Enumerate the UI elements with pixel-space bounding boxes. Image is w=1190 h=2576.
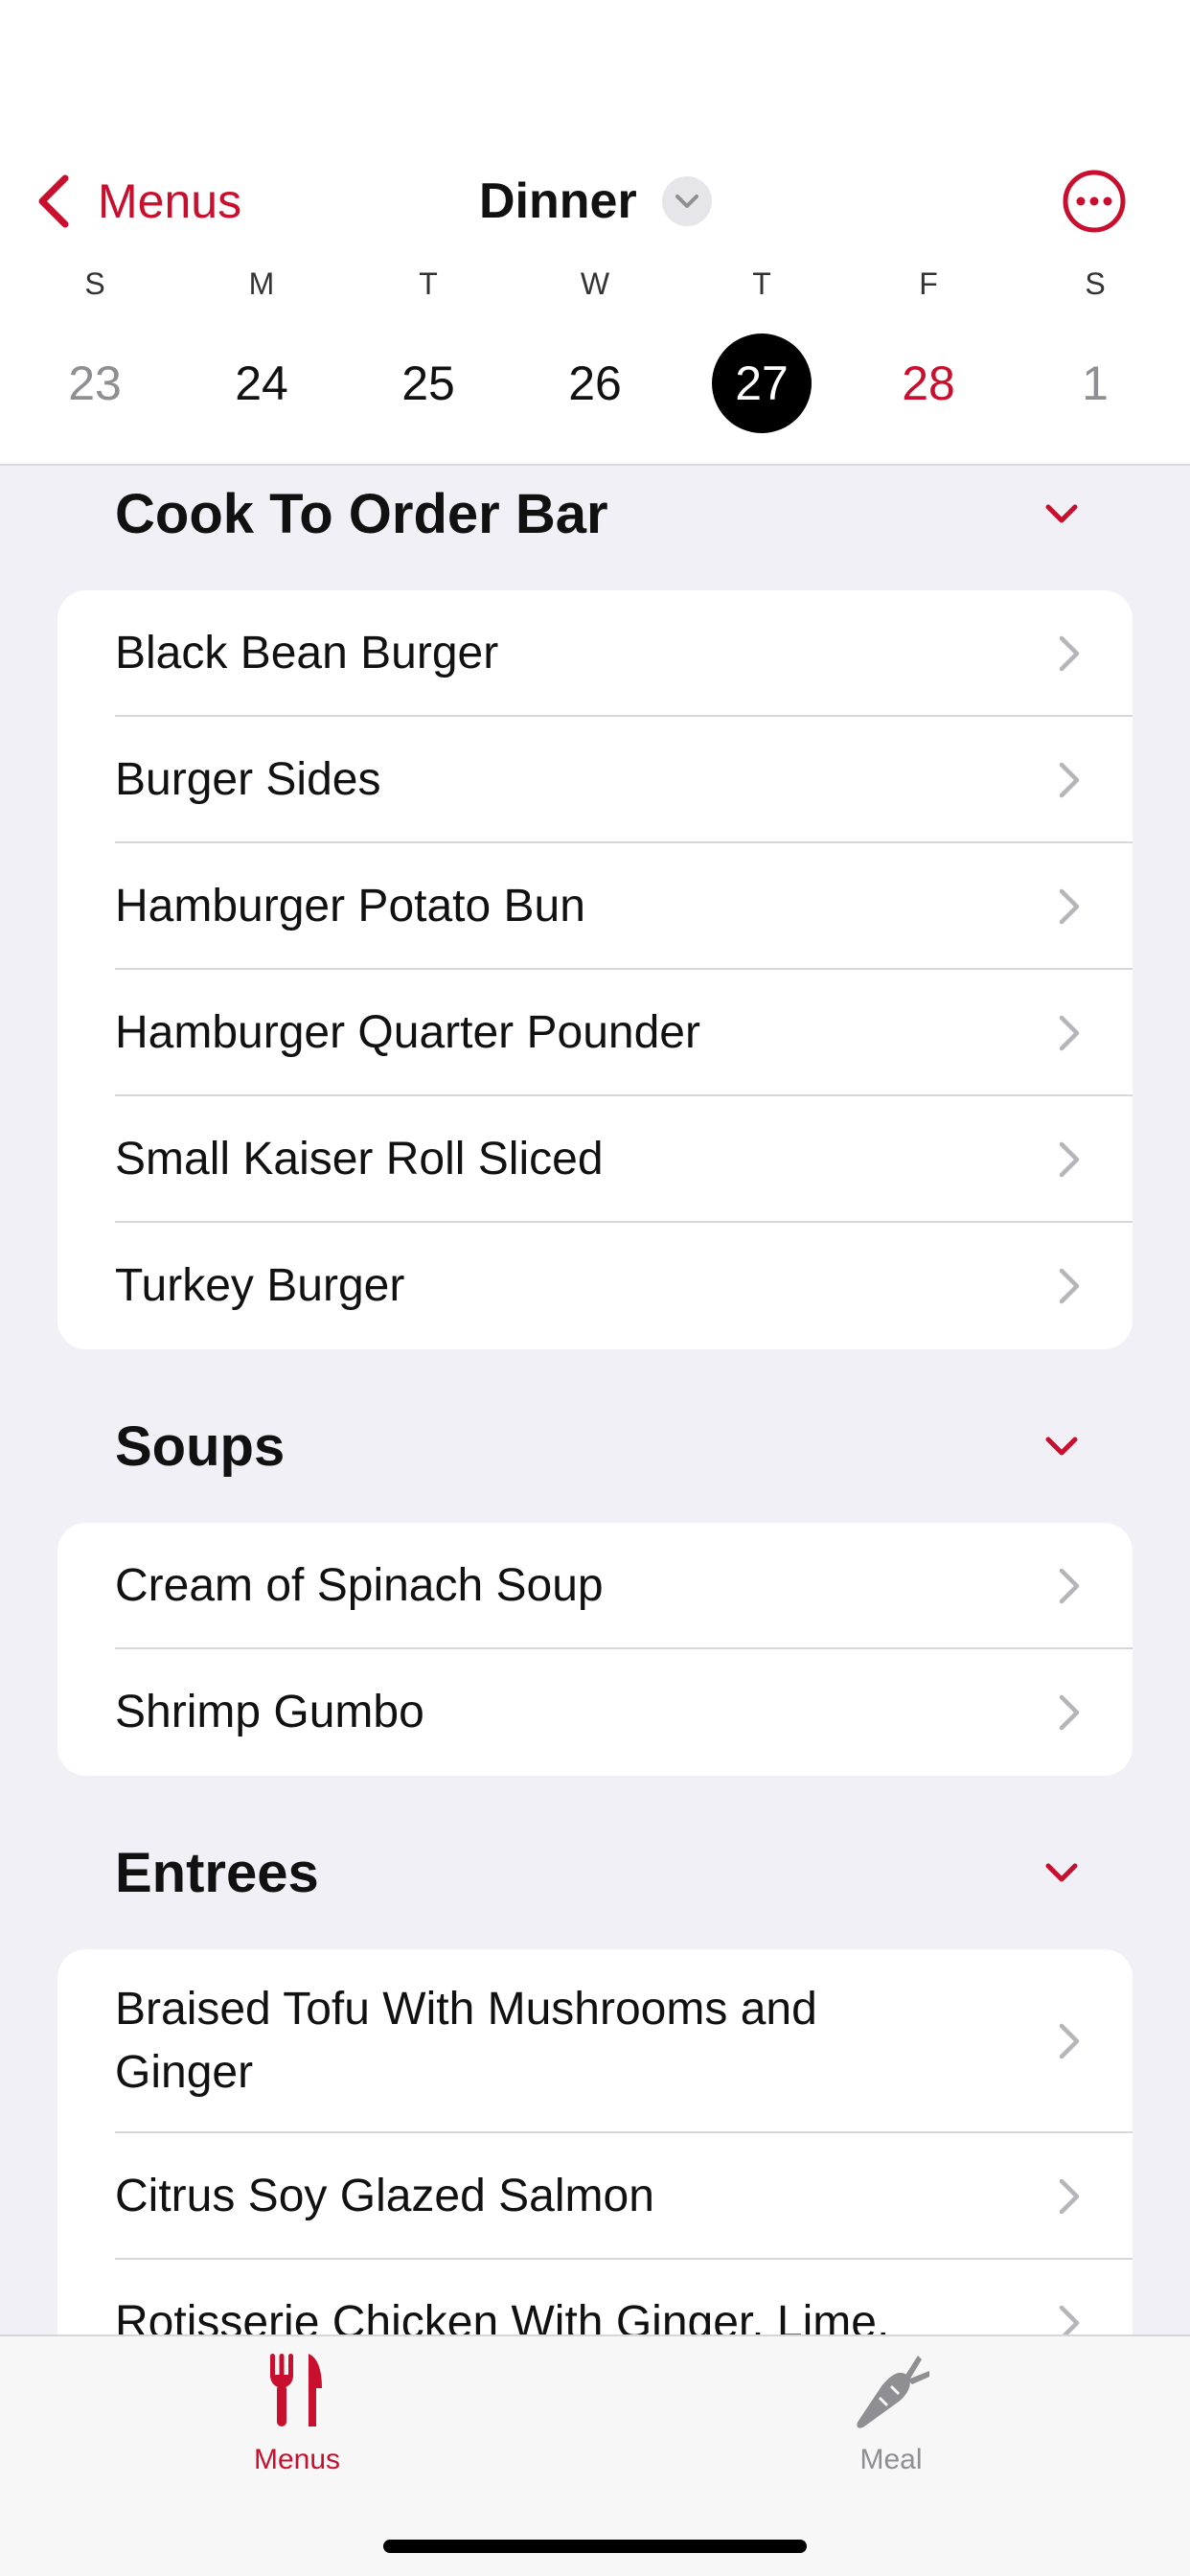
day-cell[interactable]: F 28 — [845, 261, 1012, 443]
fork-knife-icon — [270, 2354, 322, 2426]
menu-item-name: Hamburger Potato Bun — [115, 881, 585, 932]
back-button-label: Menus — [98, 174, 242, 228]
menu-item-name: Small Kaiser Roll Sliced — [115, 1134, 604, 1184]
tab-menus[interactable]: Menus — [182, 2350, 412, 2494]
menu-item-row[interactable]: Braised Tofu With Mushrooms and Ginger — [57, 1949, 1133, 2133]
tab-meal[interactable]: Meal — [776, 2350, 1006, 2494]
menu-item-row[interactable]: Hamburger Potato Bun — [57, 843, 1133, 970]
menu-item-row[interactable]: Turkey Burger — [57, 1223, 1133, 1349]
menu-item-row[interactable]: Citrus Soy Glazed Salmon — [57, 2133, 1133, 2260]
day-of-week-label: F — [919, 266, 938, 301]
home-indicator — [383, 2540, 807, 2553]
day-cell[interactable]: T 27 — [678, 261, 845, 443]
menu-item-name: Burger Sides — [115, 754, 381, 805]
chevron-left-icon — [38, 174, 69, 228]
chevron-right-icon — [1059, 1015, 1080, 1051]
chevron-right-icon — [1059, 635, 1080, 672]
section-header-entrees[interactable]: Entrees — [115, 1825, 1083, 1920]
menu-item-name: Black Bean Burger — [115, 628, 499, 678]
chevron-right-icon — [1059, 2178, 1080, 2215]
chevron-down-icon — [661, 176, 712, 226]
day-of-week-label: S — [84, 266, 105, 301]
menu-item-row[interactable]: Small Kaiser Roll Sliced — [57, 1096, 1133, 1223]
header-area: Menus Dinner S 23 M 24 T 25 W 26 T 27 F 28 S 1 — [0, 0, 1190, 466]
tab-label: Menus — [253, 2444, 341, 2475]
chevron-down-icon — [1045, 504, 1078, 523]
section-card-entrees: Braised Tofu With Mushrooms and Ginger C… — [57, 1949, 1133, 2334]
week-strip: S 23 M 24 T 25 W 26 T 27 F 28 S 1 — [0, 261, 1190, 443]
section-header-cook-to-order-bar[interactable]: Cook To Order Bar — [115, 466, 1083, 562]
chevron-down-icon — [1045, 1437, 1078, 1456]
day-of-week-label: S — [1085, 266, 1106, 301]
menu-item-name: Rotisserie Chicken With Ginger, Lime, — [115, 2297, 890, 2334]
chevron-right-icon — [1059, 762, 1080, 798]
section-title: Entrees — [115, 1841, 319, 1904]
day-of-week-label: M — [248, 266, 275, 301]
menu-item-name: Cream of Spinach Soup — [115, 1560, 604, 1611]
meal-period-selector[interactable]: Dinner — [479, 165, 712, 238]
section-title: Soups — [115, 1414, 286, 1478]
day-cell[interactable]: T 25 — [345, 261, 512, 443]
menu-item-row[interactable]: Hamburger Quarter Pounder — [57, 970, 1133, 1096]
day-cell[interactable]: M 24 — [178, 261, 345, 443]
menu-item-name: Braised Tofu With Mushrooms and Ginger — [115, 1984, 817, 2098]
date-number: 28 — [902, 356, 955, 410]
chevron-right-icon — [1059, 1268, 1080, 1304]
date-number: 26 — [568, 356, 622, 410]
ellipsis-circle-icon — [1063, 170, 1126, 233]
page-title: Dinner — [479, 173, 637, 229]
date-number: 1 — [1082, 356, 1109, 410]
menu-item-row[interactable]: Cream of Spinach Soup — [57, 1523, 1133, 1649]
more-options-button[interactable] — [1062, 169, 1127, 234]
date-number: 23 — [68, 356, 122, 410]
chevron-right-icon — [1059, 1568, 1080, 1604]
menu-item-row[interactable]: Burger Sides — [57, 717, 1133, 843]
menu-item-name: Citrus Soy Glazed Salmon — [115, 2171, 654, 2221]
day-cell[interactable]: S1 — [1012, 261, 1179, 443]
day-of-week-label: W — [580, 266, 610, 301]
chevron-right-icon — [1059, 888, 1080, 925]
section-card-cook-to-order-bar: Black Bean Burger Burger Sides Hamburger… — [57, 590, 1133, 1349]
menu-item-row[interactable]: Black Bean Burger — [57, 590, 1133, 717]
section-card-soups: Cream of Spinach Soup Shrimp Gumbo — [57, 1523, 1133, 1776]
tab-label: Meal — [859, 2444, 923, 2475]
menu-item-row[interactable]: Shrimp Gumbo — [57, 1649, 1133, 1776]
date-number: 25 — [401, 356, 455, 410]
day-cell[interactable]: W 26 — [512, 261, 678, 443]
section-header-soups[interactable]: Soups — [115, 1398, 1083, 1494]
day-cell[interactable]: S 23 — [11, 261, 178, 443]
chevron-right-icon — [1059, 1694, 1080, 1731]
menu-item-name: Shrimp Gumbo — [115, 1687, 424, 1737]
chevron-right-icon — [1059, 1141, 1080, 1178]
chevron-down-icon — [1045, 1863, 1078, 1882]
chevron-right-icon — [1059, 2305, 1080, 2334]
menu-item-name: Turkey Burger — [115, 1260, 405, 1311]
day-of-week-label: T — [752, 266, 771, 301]
day-of-week-label: T — [419, 266, 438, 301]
section-title: Cook To Order Bar — [115, 482, 608, 545]
back-button[interactable]: Menus — [34, 165, 241, 238]
menu-item-row[interactable]: Rotisserie Chicken With Ginger, Lime, — [57, 2260, 1133, 2334]
chevron-right-icon — [1059, 2023, 1080, 2059]
carrot-icon — [857, 2356, 929, 2428]
date-number: 24 — [235, 356, 288, 410]
menu-item-name: Hamburger Quarter Pounder — [115, 1007, 700, 1058]
menu-list: Cook To Order Bar Black Bean Burger Burg… — [0, 466, 1190, 2334]
selected-date: 27 — [712, 334, 812, 433]
